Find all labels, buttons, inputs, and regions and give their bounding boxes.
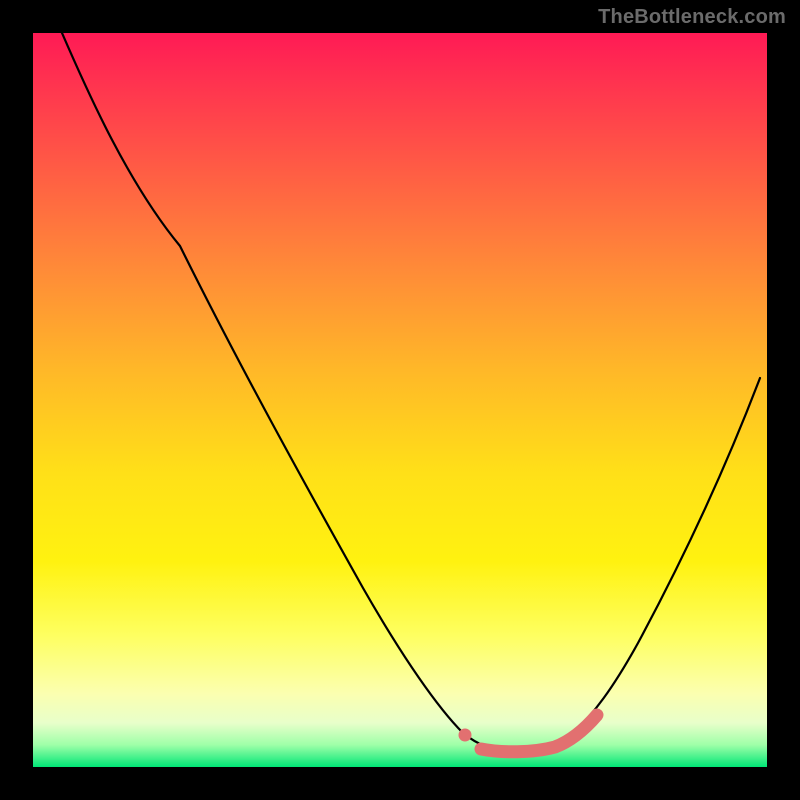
- highlight-dot-left: [459, 729, 472, 742]
- watermark-text: TheBottleneck.com: [598, 6, 786, 29]
- chart-canvas: TheBottleneck.com: [0, 0, 800, 800]
- curve-layer: [33, 33, 767, 767]
- highlight-segment: [481, 715, 597, 752]
- plot-area: [33, 33, 767, 767]
- bottleneck-curve: [62, 33, 760, 751]
